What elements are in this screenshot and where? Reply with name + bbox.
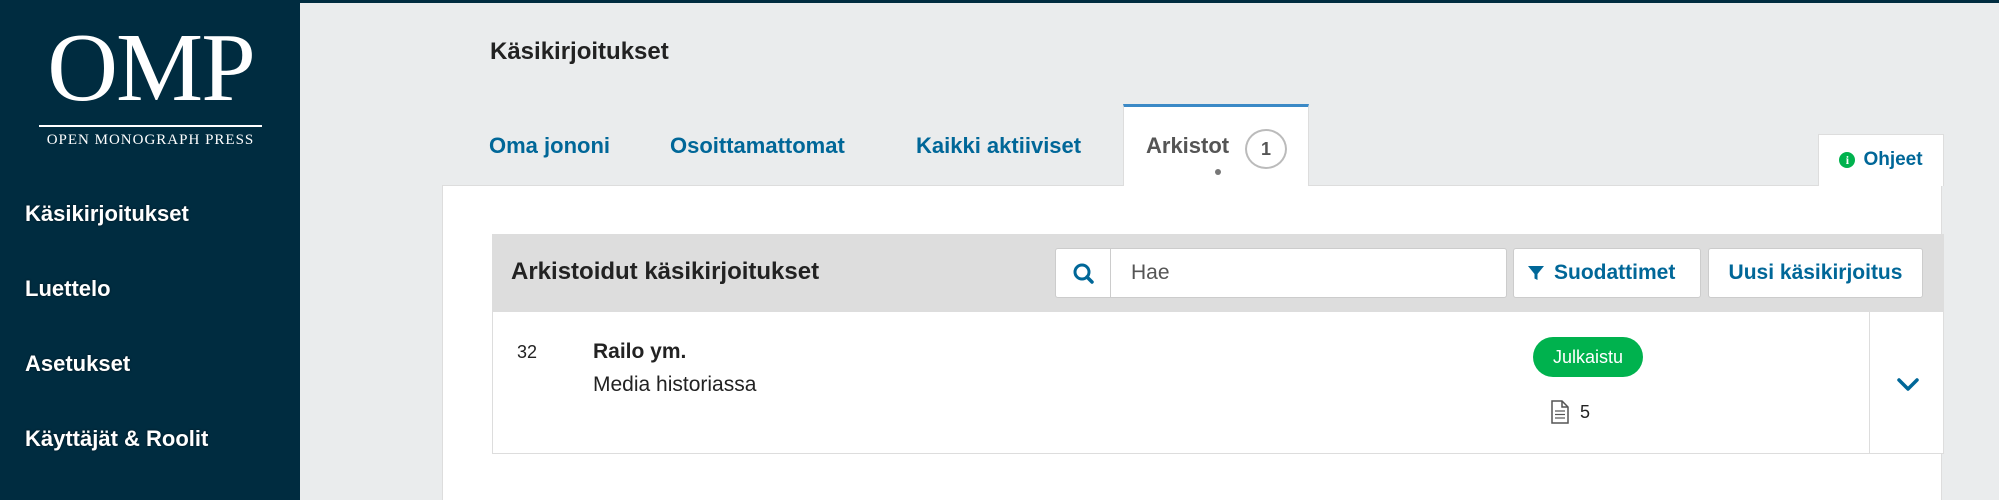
help-button[interactable]: i Ohjeet (1818, 134, 1944, 186)
file-count: 5 (1580, 402, 1591, 422)
help-label: Ohjeet (1863, 149, 1923, 170)
submission-id: 32 (517, 342, 538, 362)
sidebar-item-settings[interactable]: Asetukset (25, 351, 130, 377)
list-header: Arkistoidut käsikirjoitukset Suodattimet… (492, 234, 1944, 312)
chevron-down-icon (1897, 378, 1919, 391)
file-icon (1551, 400, 1569, 424)
tab-unassigned[interactable]: Osoittamattomat (670, 106, 845, 186)
submission-title: Media historiassa (593, 373, 757, 396)
new-submission-button[interactable]: Uusi käsikirjoitus (1708, 248, 1923, 298)
tab-active-indicator (1215, 169, 1221, 175)
logo-wordmark: OMP (47, 14, 255, 122)
tab-my-queue[interactable]: Oma jononi (489, 106, 610, 186)
tab-archives[interactable]: Arkistot 1 (1123, 104, 1309, 186)
sidebar-item-catalog[interactable]: Luettelo (25, 276, 111, 302)
sidebar-item-submissions[interactable]: Käsikirjoitukset (25, 201, 189, 227)
submission-authors: Railo ym. (593, 340, 687, 363)
logo-subtitle: OPEN MONOGRAPH PRESS (46, 132, 255, 148)
filter-icon (1528, 266, 1544, 280)
expand-button[interactable] (1870, 312, 1945, 454)
search-button[interactable] (1055, 248, 1111, 298)
list-title: Arkistoidut käsikirjoitukset (511, 258, 820, 285)
status-badge: Julkaistu (1533, 337, 1644, 377)
logo-rule (39, 125, 262, 127)
sidebar: OMP OPEN MONOGRAPH PRESS Käsikirjoitukse… (0, 0, 300, 500)
tab-all-active[interactable]: Kaikki aktiiviset (916, 106, 1081, 186)
omp-logo[interactable]: OMP OPEN MONOGRAPH PRESS (39, 14, 262, 152)
filters-button[interactable]: Suodattimet (1513, 248, 1701, 298)
search-icon (1073, 263, 1094, 284)
tab-count-badge: 1 (1245, 129, 1287, 169)
tab-archives-label: Arkistot (1146, 133, 1230, 158)
page-title: Käsikirjoitukset (490, 38, 669, 65)
search-input[interactable] (1110, 248, 1507, 298)
filters-label: Suodattimet (1554, 261, 1676, 284)
list-item[interactable]: 32 Railo ym. Media historiassa Julkaistu… (492, 312, 1944, 454)
sidebar-item-users-roles[interactable]: Käyttäjät & Roolit (25, 426, 208, 452)
info-icon: i (1839, 152, 1856, 168)
